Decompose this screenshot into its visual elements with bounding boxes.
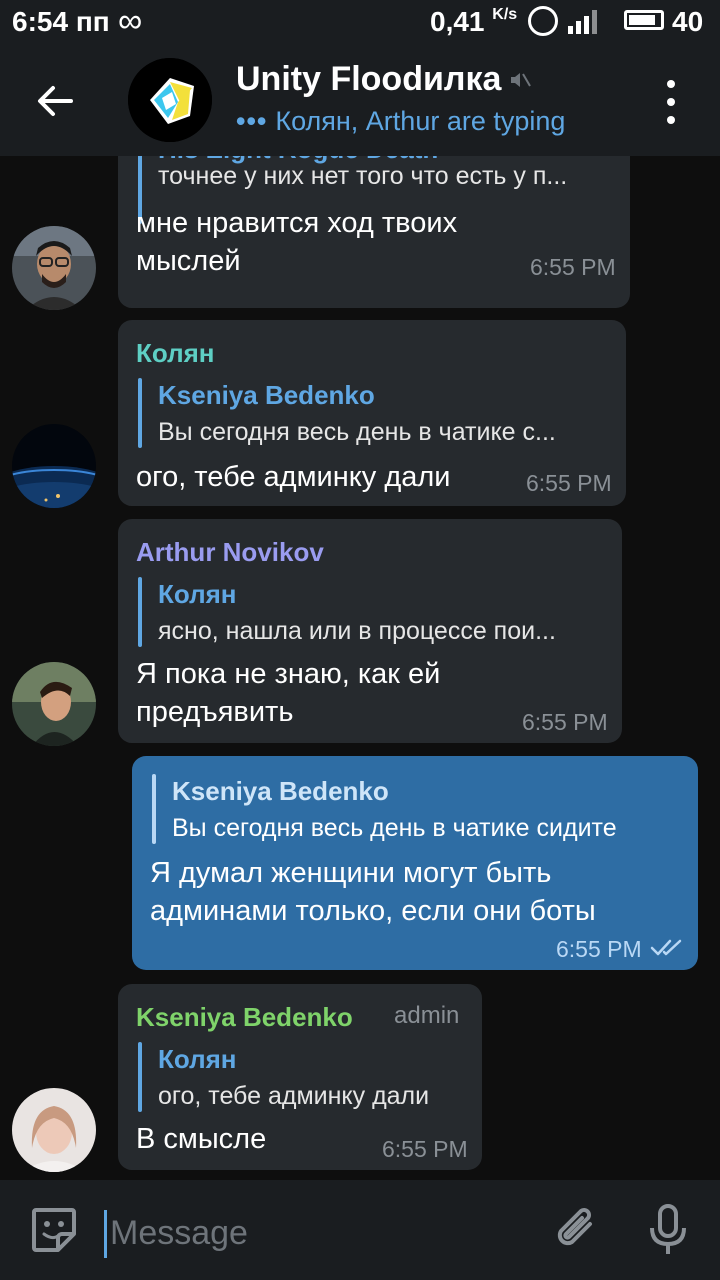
message-time: 6:55 PM bbox=[556, 936, 642, 962]
status-time: 6:54 пп bbox=[12, 6, 110, 37]
alarm-icon bbox=[528, 6, 558, 36]
avatar[interactable] bbox=[12, 662, 96, 746]
message-time: 6:55 PM bbox=[522, 709, 608, 735]
double-check-icon bbox=[650, 938, 686, 963]
reply-sender: Колян bbox=[158, 579, 237, 609]
reply-bar bbox=[138, 577, 142, 647]
network-speed-unit: K/s bbox=[492, 6, 518, 23]
reply-bar bbox=[152, 774, 156, 844]
avatar[interactable] bbox=[12, 1088, 96, 1172]
reply-sender: Колян bbox=[158, 1044, 237, 1074]
infinity-icon: ∞ bbox=[118, 2, 143, 40]
sender-name[interactable]: Колян bbox=[136, 338, 215, 369]
typing-text: Колян, Arthur are typing bbox=[275, 106, 566, 136]
signal-icon bbox=[568, 10, 597, 34]
network-speed-value: 0,41 bbox=[430, 6, 485, 37]
group-avatar[interactable] bbox=[128, 58, 212, 142]
text-cursor bbox=[104, 1210, 107, 1258]
reply-bar bbox=[138, 378, 142, 448]
sender-name[interactable]: Arthur Novikov bbox=[136, 537, 324, 568]
reply-sender: Kseniya Bedenko bbox=[158, 380, 375, 410]
reply-preview: точнее у них нет того что есть у п... bbox=[158, 162, 568, 190]
message-text: Я пока не знаю, как ей предъявить bbox=[136, 658, 441, 728]
microphone-icon[interactable] bbox=[644, 1202, 692, 1258]
message-bubble[interactable]: Arthur Novikov Колян ясно, нашла или в п… bbox=[118, 519, 622, 743]
sender-name[interactable]: Kseniya Bedenko bbox=[136, 1002, 353, 1033]
reply-sender: Kseniya Bedenko bbox=[172, 776, 389, 806]
chat-title[interactable]: Unity Floodилка bbox=[236, 60, 501, 99]
message-text: мне нравится ход твоих мыслей bbox=[136, 207, 458, 277]
status-bar: 6:54 пп ∞ 0,41 K/s 40 bbox=[0, 0, 720, 46]
admin-badge: admin bbox=[394, 1002, 460, 1029]
message-bubble[interactable]: Колян Kseniya Bedenko Вы сегодня весь де… bbox=[118, 320, 626, 506]
attach-icon[interactable] bbox=[550, 1202, 606, 1258]
reply-preview: Вы сегодня весь день в чатике с... bbox=[158, 418, 556, 446]
message-text: В смысле bbox=[136, 1123, 267, 1155]
reply-bar bbox=[138, 1042, 142, 1112]
message-text: Я думал женщини могут быть админами толь… bbox=[150, 857, 596, 927]
muted-icon bbox=[508, 68, 532, 92]
message-bubble[interactable]: Kseniya Bedenko admin Колян ого, тебе ад… bbox=[118, 984, 482, 1170]
reply-preview: Вы сегодня весь день в чатике сидите bbox=[172, 814, 617, 842]
message-text: ого, тебе админку дали bbox=[136, 461, 451, 493]
avatar[interactable] bbox=[12, 424, 96, 508]
sticker-icon[interactable] bbox=[28, 1204, 80, 1256]
battery-level: 40 bbox=[672, 6, 704, 37]
message-bubble[interactable]: His Eight Rogue Death точнее у них нет т… bbox=[118, 156, 630, 308]
avatar[interactable] bbox=[12, 226, 96, 310]
message-time: 6:55 PM bbox=[530, 254, 616, 280]
message-time: 6:55 PM bbox=[526, 470, 612, 496]
message-input[interactable] bbox=[108, 1206, 532, 1260]
reply-preview: ясно, нашла или в процессе пои... bbox=[158, 617, 556, 645]
message-composer bbox=[0, 1180, 720, 1280]
more-vertical-icon[interactable] bbox=[658, 80, 684, 124]
message-list[interactable]: His Eight Rogue Death точнее у них нет т… bbox=[0, 156, 720, 1180]
battery-icon bbox=[624, 10, 664, 30]
typing-dots-icon: ••• bbox=[236, 106, 268, 136]
message-time: 6:55 PM bbox=[382, 1136, 468, 1162]
reply-preview: ого, тебе админку дали bbox=[158, 1082, 430, 1110]
chat-header: Unity Floodилка ••• Колян, Arthur are typ… bbox=[0, 46, 720, 156]
back-arrow-icon[interactable] bbox=[30, 76, 80, 126]
typing-indicator: ••• Колян, Arthur are typing bbox=[236, 106, 565, 137]
network-speed: 0,41 K/s bbox=[430, 6, 517, 38]
outgoing-message-bubble[interactable]: Kseniya Bedenko Вы сегодня весь день в ч… bbox=[132, 756, 698, 970]
